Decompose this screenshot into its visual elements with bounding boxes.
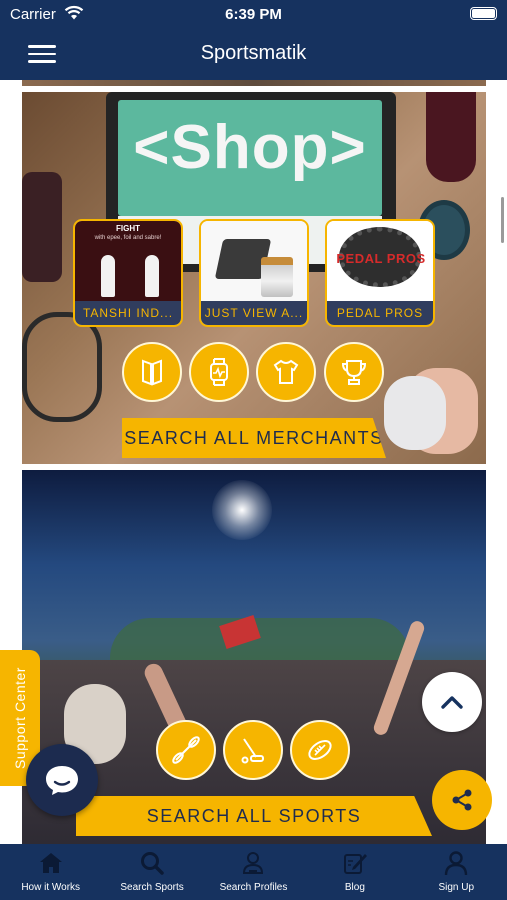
- search-icon: [101, 850, 202, 878]
- status-bar: Carrier 6:39 PM: [0, 0, 507, 28]
- search-all-merchants-button[interactable]: SEARCH ALL MERCHANTS: [122, 418, 386, 458]
- merchant-label: PEDAL PROS: [327, 301, 433, 325]
- chat-bubble-button[interactable]: [26, 744, 98, 816]
- book-icon[interactable]: [122, 342, 182, 402]
- previous-card-edge: [22, 80, 486, 86]
- stadium-light-image: [212, 480, 272, 540]
- merchant-label: TANSHI IND...: [75, 301, 181, 325]
- product-can-image: [261, 257, 293, 297]
- tab-label: Search Sports: [120, 882, 184, 893]
- share-icon: [452, 789, 472, 811]
- clock: 6:39 PM: [225, 6, 282, 23]
- merchant-thumbnail: [201, 221, 307, 301]
- support-center-label: Support Center: [12, 667, 28, 769]
- merchant-category-row: [22, 342, 486, 404]
- tab-label: Sign Up: [438, 882, 475, 893]
- home-icon: [0, 850, 101, 878]
- share-button[interactable]: [432, 770, 492, 830]
- merchants-card: <Shop> FIGHT with epee, foil and sabre! …: [22, 92, 486, 464]
- scroll-to-top-button[interactable]: [422, 672, 482, 732]
- profile-search-icon: [203, 850, 304, 878]
- merchant-list: FIGHT with epee, foil and sabre! TANSHI …: [73, 219, 435, 327]
- bag-image: [22, 172, 62, 282]
- thumbnail-title: FIGHT: [116, 224, 140, 233]
- tab-search-sports[interactable]: Search Sports: [101, 844, 202, 900]
- pedal-pros-logo-text: PEDAL PROS: [336, 251, 426, 266]
- fencer-figure: [101, 255, 115, 297]
- tab-label: Search Profiles: [219, 882, 288, 893]
- page-title: Sportsmatik: [200, 42, 307, 64]
- shop-screen-text: <Shop>: [133, 113, 367, 182]
- scrollbar[interactable]: [501, 197, 504, 243]
- chevron-up-icon: [441, 696, 463, 709]
- tab-blog[interactable]: Blog: [304, 844, 405, 900]
- merchant-thumbnail: PEDAL PROS: [327, 221, 433, 301]
- blog-edit-icon: [304, 850, 405, 878]
- merchant-card-pedal-pros[interactable]: PEDAL PROS PEDAL PROS: [325, 219, 435, 327]
- fitness-watch-icon[interactable]: [189, 342, 249, 402]
- kayak-paddle-icon[interactable]: [156, 720, 216, 780]
- croquet-mallet-icon[interactable]: [223, 720, 283, 780]
- rugby-ball-icon[interactable]: [290, 720, 350, 780]
- bottom-tab-bar: How it Works Search Sports Search Profil…: [0, 844, 507, 900]
- tshirt-icon[interactable]: [256, 342, 316, 402]
- thumbnail-subtitle: with epee, foil and sabre!: [94, 235, 162, 241]
- tab-how-it-works[interactable]: How it Works: [0, 844, 101, 900]
- wine-glass-image: [426, 92, 476, 182]
- search-all-sports-enthusiasts-button[interactable]: SEARCH ALL SPORTS ENTHUSIASTS: [76, 796, 432, 836]
- merchant-label: JUST VIEW A...: [201, 301, 307, 325]
- merchant-thumbnail: FIGHT with epee, foil and sabre!: [75, 221, 181, 301]
- chat-icon: [46, 766, 78, 795]
- main-content[interactable]: <Shop> FIGHT with epee, foil and sabre! …: [0, 80, 507, 844]
- merchant-card-just-view[interactable]: JUST VIEW A...: [199, 219, 309, 327]
- tab-sign-up[interactable]: Sign Up: [406, 844, 507, 900]
- battery-icon: [470, 7, 497, 20]
- trophy-icon[interactable]: [324, 342, 384, 402]
- merchant-card-tanshi[interactable]: FIGHT with epee, foil and sabre! TANSHI …: [73, 219, 183, 327]
- tab-search-profiles[interactable]: Search Profiles: [203, 844, 304, 900]
- tab-label: Blog: [344, 882, 365, 893]
- tab-label: How it Works: [21, 882, 81, 893]
- fencer-figure: [145, 255, 159, 297]
- user-icon: [406, 850, 507, 878]
- app-header: Sportsmatik: [0, 28, 507, 80]
